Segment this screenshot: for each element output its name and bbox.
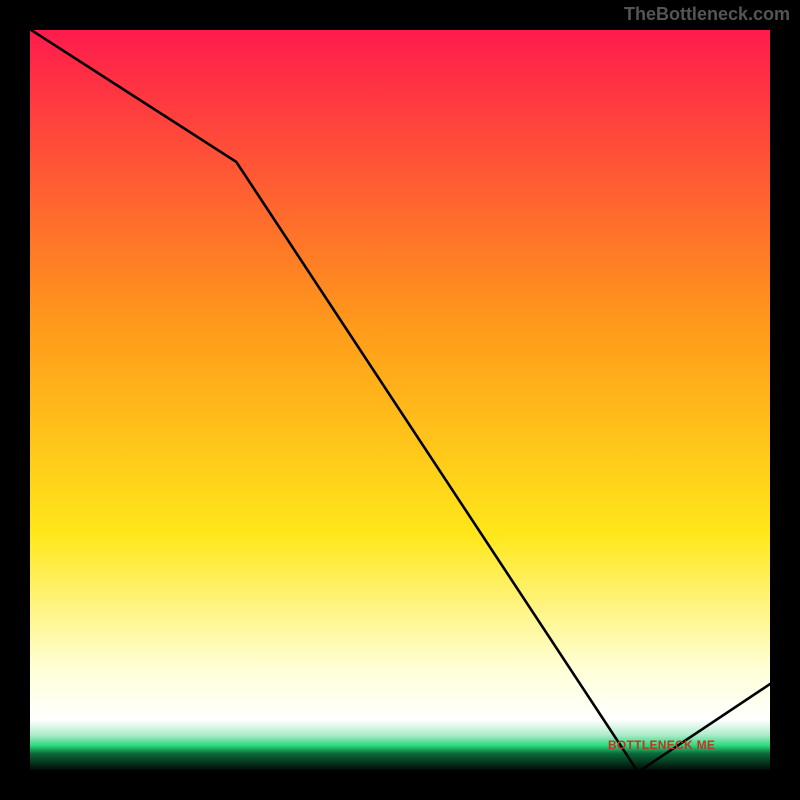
chart-stage: TheBottleneck.com BOTTLENECK bbox=[0, 0, 800, 800]
watermark-label: BOTTLENECK ME bbox=[608, 738, 715, 752]
attribution-text: TheBottleneck.com bbox=[624, 4, 790, 25]
chart-svg bbox=[28, 28, 772, 772]
plot-frame: BOTTLENECK ME bbox=[28, 28, 772, 772]
gradient-background bbox=[28, 28, 772, 772]
